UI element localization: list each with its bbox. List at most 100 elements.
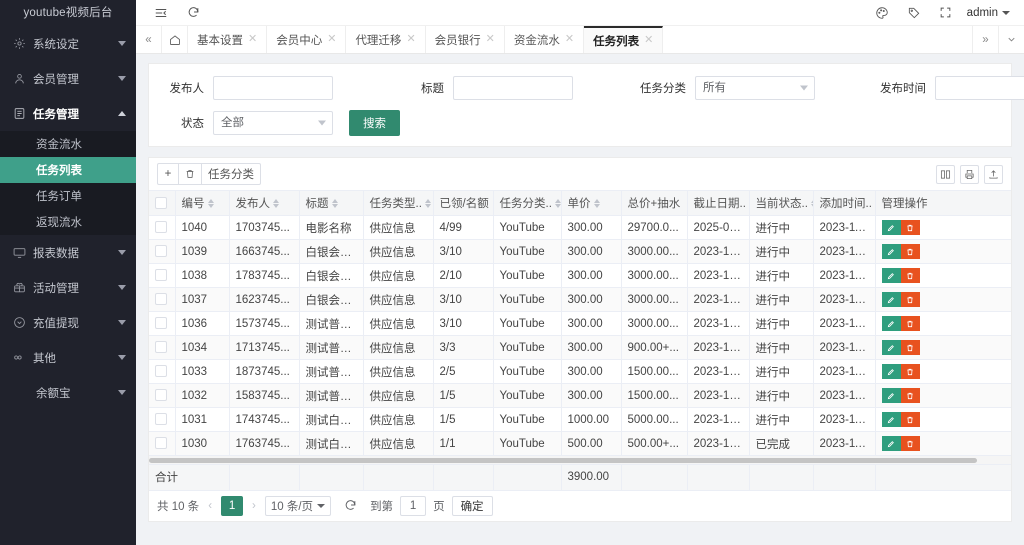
sidebar-subitem-task-orders[interactable]: 任务订单 (0, 183, 136, 209)
trash-icon[interactable] (900, 388, 920, 403)
pencil-icon[interactable] (881, 364, 901, 379)
fullscreen-icon[interactable] (935, 2, 957, 24)
pencil-icon[interactable] (881, 220, 901, 235)
tab-member-bank[interactable]: 会员银行 ✕ (426, 26, 505, 53)
trash-icon[interactable] (900, 364, 920, 379)
refresh-icon[interactable] (182, 2, 204, 24)
table-row[interactable]: 1032 1583745... 测试普通... 供应信息 1/5 YouTube 300.0… (149, 383, 1011, 408)
sidebar-item-activity-management[interactable]: 活动管理 (0, 270, 136, 305)
search-button[interactable]: 搜索 (349, 110, 400, 136)
column-header-status[interactable]: 当前状态.. (749, 190, 814, 216)
jump-page-input[interactable] (400, 495, 427, 516)
sidebar-item-member-management[interactable]: 会员管理 (0, 61, 136, 96)
page-size-select[interactable]: 10 条/页 (264, 495, 332, 516)
sort-icon[interactable] (554, 198, 560, 208)
close-icon[interactable]: ✕ (248, 34, 257, 45)
pencil-icon[interactable] (881, 292, 901, 307)
close-icon[interactable]: ✕ (486, 34, 495, 45)
pencil-icon[interactable] (881, 436, 901, 451)
sidebar-item-yuebao[interactable]: 余额宝 (0, 375, 136, 410)
double-chevron-right-icon[interactable]: » (972, 26, 998, 53)
publish-time-input[interactable] (935, 76, 1024, 100)
row-checkbox[interactable] (155, 389, 167, 402)
pencil-icon[interactable] (881, 268, 901, 283)
chevron-down-icon[interactable] (998, 26, 1024, 53)
sidebar-item-recharge-withdraw[interactable]: 充值提现 (0, 305, 136, 340)
print-icon[interactable] (960, 164, 979, 184)
table-row[interactable]: 1034 1713745... 测试普通... 供应信息 3/3 YouTube 300.0… (149, 335, 1011, 360)
table-row[interactable]: 1036 1573745... 测试普通... 供应信息 3/10 YouTube 300.… (149, 311, 1011, 336)
table-row[interactable]: 1033 1873745... 测试普通... 供应信息 2/5 YouTube 300.0… (149, 359, 1011, 384)
column-header-task-type[interactable]: 任务类型.. (363, 190, 434, 216)
trash-icon[interactable] (900, 412, 920, 427)
pagination-page-1[interactable]: 1 (221, 495, 244, 516)
pencil-icon[interactable] (881, 316, 901, 331)
chevron-right-icon[interactable]: › (250, 500, 258, 512)
table-row[interactable]: 1030 1763745... 测试白银... 供应信息 1/1 YouTube 500.0… (149, 431, 1011, 456)
sidebar-item-system-settings[interactable]: 系统设定 (0, 26, 136, 61)
user-menu[interactable]: admin (967, 7, 1014, 19)
horizontal-scrollbar[interactable] (149, 456, 1011, 465)
trash-icon[interactable] (900, 220, 920, 235)
title-input[interactable] (453, 76, 573, 100)
export-icon[interactable] (984, 164, 1003, 184)
select-all-checkbox[interactable] (155, 196, 167, 209)
column-header-created[interactable]: 添加时间.. (813, 190, 876, 216)
chevron-left-icon[interactable]: ‹ (206, 500, 214, 512)
menu-fold-icon[interactable] (150, 2, 172, 24)
status-select[interactable]: 全部 (213, 111, 333, 135)
close-icon[interactable]: ✕ (644, 35, 653, 46)
tab-fund-flow[interactable]: 资金流水 ✕ (505, 26, 585, 53)
sort-icon[interactable] (273, 198, 279, 208)
table-row[interactable]: 1040 1703745... 电影名称 供应信息 4/99 YouTube 300.00 2… (149, 215, 1011, 240)
row-checkbox[interactable] (155, 413, 167, 426)
row-checkbox[interactable] (155, 365, 167, 378)
trash-icon[interactable] (900, 292, 920, 307)
row-checkbox[interactable] (155, 221, 167, 234)
sidebar-item-report-data[interactable]: 报表数据 (0, 235, 136, 270)
columns-icon[interactable] (936, 164, 955, 184)
sidebar-item-task-management[interactable]: 任务管理 (0, 96, 136, 131)
jump-confirm-button[interactable]: 确定 (451, 495, 493, 516)
trash-icon[interactable] (900, 268, 920, 283)
table-row[interactable]: 1037 1623745... 白银会员... 供应信息 3/10 YouTube 300.… (149, 287, 1011, 312)
pencil-icon[interactable] (881, 340, 901, 355)
tab-task-list[interactable]: 任务列表 ✕ (584, 26, 664, 53)
scrollbar-thumb[interactable] (149, 458, 977, 463)
publisher-input[interactable] (213, 76, 333, 100)
trash-icon[interactable] (900, 340, 920, 355)
sidebar-subitem-fund-flow[interactable]: 资金流水 (0, 131, 136, 157)
table-row[interactable]: 1039 1663745... 白银会员... 供应信息 3/10 YouTube 300.… (149, 239, 1011, 264)
sort-icon[interactable] (593, 198, 600, 208)
row-checkbox[interactable] (155, 245, 167, 258)
task-category-button[interactable]: 任务分类 (201, 163, 261, 185)
table-row[interactable]: 1031 1743745... 测试白银... 供应信息 1/5 YouTube 1000.… (149, 407, 1011, 432)
close-icon[interactable]: ✕ (406, 34, 415, 45)
category-select[interactable]: 所有 (695, 76, 815, 100)
row-checkbox[interactable] (155, 293, 167, 306)
sidebar-item-other[interactable]: 其他 (0, 340, 136, 375)
sort-icon[interactable] (331, 198, 338, 208)
trash-icon[interactable] (900, 244, 920, 259)
pencil-icon[interactable] (881, 388, 901, 403)
tag-icon[interactable] (903, 2, 925, 24)
palette-icon[interactable] (871, 2, 893, 24)
sidebar-subitem-rebate-flow[interactable]: 返现流水 (0, 209, 136, 235)
table-row[interactable]: 1038 1783745... 白银会员... 供应信息 2/10 YouTube 300.… (149, 263, 1011, 288)
home-icon[interactable] (162, 26, 188, 53)
row-checkbox[interactable] (155, 269, 167, 282)
row-checkbox[interactable] (155, 317, 167, 330)
column-header-unit-price[interactable]: 单价 (561, 190, 622, 216)
delete-button[interactable] (178, 163, 202, 185)
column-header-publisher[interactable]: 发布人 (229, 190, 300, 216)
double-chevron-left-icon[interactable]: « (136, 26, 162, 53)
tab-basic-settings[interactable]: 基本设置 ✕ (188, 26, 268, 53)
sort-icon[interactable] (207, 198, 214, 208)
sort-icon[interactable] (424, 198, 431, 208)
column-header-id[interactable]: 编号 (175, 190, 230, 216)
pencil-icon[interactable] (881, 412, 901, 427)
column-header-deadline[interactable]: 截止日期.. (687, 190, 750, 216)
add-button[interactable]: + (157, 163, 179, 185)
row-checkbox[interactable] (155, 341, 167, 354)
close-icon[interactable]: ✕ (327, 34, 336, 45)
